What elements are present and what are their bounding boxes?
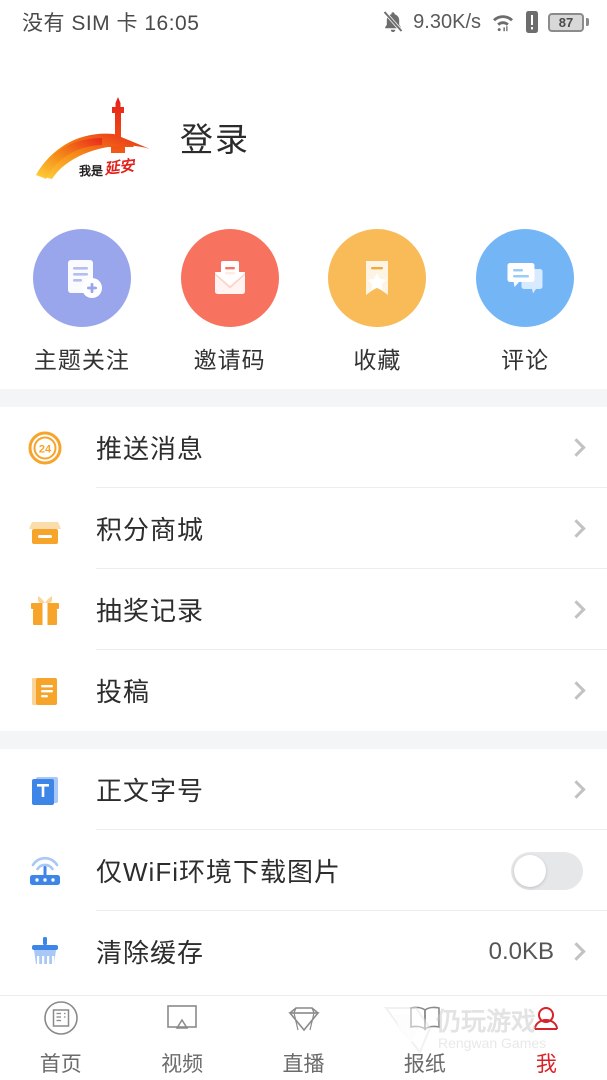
list-item-points-mall[interactable]: 积分商城 [0,488,607,569]
list-item-label: 正文字号 [96,776,205,806]
quick-action-favorites[interactable]: 收藏 [304,229,452,389]
quick-action-label: 主题关注 [33,347,130,373]
svg-text:延安: 延安 [102,157,137,178]
svg-text:我是: 我是 [79,163,104,178]
badge-24-icon: 24 [22,425,68,471]
chevron-right-icon [567,600,586,619]
tab-newspaper[interactable]: 报纸 [364,999,485,1078]
list-item-wifi-only-images[interactable]: 仅WiFi环境下载图片 [0,830,607,911]
quick-action-subscriptions[interactable]: 主题关注 [8,229,156,389]
bookmark-star-icon[interactable] [328,229,427,327]
list-item-label: 推送消息 [96,434,205,464]
section-divider [0,389,607,407]
notebook-icon [22,668,68,714]
battery-level-text: 87 [558,14,574,30]
bottom-tab-bar: 首页 视频 直播 报纸 我 [0,995,607,1080]
diamond-icon [287,1006,320,1031]
wifi-only-toggle[interactable] [511,851,583,890]
tab-label: 我 [535,1052,557,1076]
section-divider [0,731,607,749]
status-bar: 没有 SIM 卡 16:05 9.30K/s 87 [0,0,607,44]
tab-home[interactable]: 首页 [0,999,121,1078]
chevron-right-icon [567,780,586,799]
chat-bubbles-icon[interactable] [476,229,575,327]
chevron-right-icon [567,438,586,457]
quick-action-label: 评论 [501,347,550,373]
chevron-right-icon [567,942,586,961]
quick-action-invite-code[interactable]: 邀请码 [156,229,304,389]
person-icon [534,1006,559,1030]
tab-live[interactable]: 直播 [243,999,364,1078]
login-label[interactable]: 登录 [180,113,250,161]
list-item-clear-cache[interactable]: 清除缓存 0.0KB [0,911,607,992]
list-item-label: 清除缓存 [96,938,205,968]
video-icon [167,1004,197,1029]
chevron-right-icon [567,681,586,700]
list-item-push-messages[interactable]: 24 推送消息 [0,407,607,488]
battery-icon: 87 [548,12,589,32]
list-item-label: 抽奖记录 [96,596,205,626]
list-item-submit-article[interactable]: 投稿 [0,650,607,731]
tab-label: 直播 [282,1052,325,1076]
router-icon [22,848,68,894]
app-screen: 没有 SIM 卡 16:05 9.30K/s 87 我是 延安 登录 主题关注 … [0,0,607,1080]
status-carrier-time: 没有 SIM 卡 16:05 [22,12,200,35]
network-speed-text: 9.30K/s [413,10,481,33]
cache-size-value: 0.0KB [488,937,554,965]
settings-section-2: 正文字号 仅WiFi环境下载图片 清除缓存 0.0KB [0,749,607,992]
tab-label: 首页 [39,1052,82,1076]
chevron-right-icon [567,519,586,538]
tab-me[interactable]: 我 [486,999,607,1078]
home-news-icon [43,1000,78,1035]
bell-muted-icon [383,10,403,33]
quick-action-label: 邀请码 [193,347,266,373]
quick-action-comments[interactable]: 评论 [451,229,599,389]
tab-label: 视频 [161,1052,204,1076]
list-item-font-size[interactable]: 正文字号 [0,749,607,830]
profile-header[interactable]: 我是 延安 登录 [0,44,607,229]
newspaper-icon [410,1006,440,1031]
list-item-lottery-records[interactable]: 抽奖记录 [0,569,607,650]
status-indicators: 9.30K/s 87 [382,10,589,34]
envelope-icon[interactable] [180,229,279,327]
shop-icon [22,506,68,552]
list-item-label: 积分商城 [96,515,205,545]
list-item-label: 投稿 [96,677,151,707]
svg-text:24: 24 [39,443,52,455]
alert-icon [526,11,538,33]
yanan-pagoda-logo: 我是 延安 [22,89,162,184]
tab-label: 报纸 [403,1052,446,1076]
font-size-icon [22,767,68,813]
wifi-icon [493,15,513,32]
gift-icon [22,587,68,633]
tab-video[interactable]: 视频 [121,999,242,1078]
toggle-knob [514,854,546,887]
quick-actions-row: 主题关注 邀请码 收藏 评论 [0,229,607,389]
settings-section-1: 24 推送消息 积分商城 抽奖记录 投稿 [0,407,607,731]
document-add-icon[interactable] [32,229,131,327]
broom-icon [22,929,68,975]
quick-action-label: 收藏 [353,347,402,373]
list-item-label: 仅WiFi环境下载图片 [96,857,341,887]
